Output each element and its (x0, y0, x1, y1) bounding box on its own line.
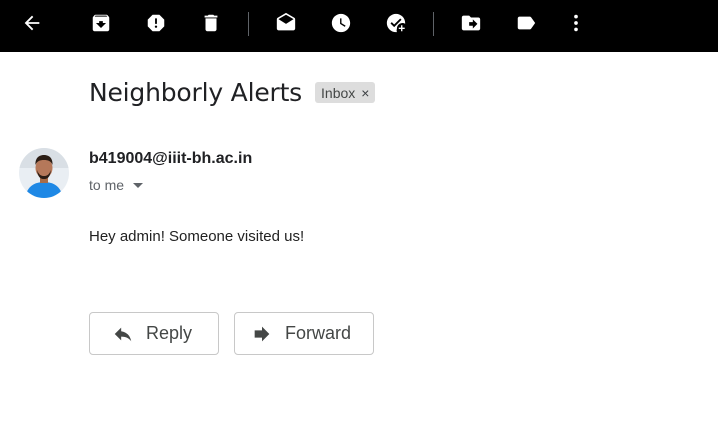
recipient-text: to me (89, 177, 125, 193)
more-options-icon[interactable] (563, 10, 589, 36)
reply-label: Reply (146, 323, 193, 343)
subject-row: Neighborly Alerts Inbox × (89, 78, 376, 107)
forward-icon (251, 323, 273, 345)
label-chip-text: Inbox (321, 84, 356, 101)
label-icon[interactable] (513, 10, 539, 36)
remove-label-icon[interactable]: × (361, 85, 369, 101)
report-spam-icon[interactable] (143, 10, 169, 36)
toolbar-divider (433, 12, 434, 36)
add-to-tasks-icon[interactable] (383, 10, 409, 36)
forward-button[interactable]: Forward (234, 312, 374, 355)
archive-icon[interactable] (88, 10, 114, 36)
show-details-dropdown-icon[interactable] (133, 182, 144, 188)
top-toolbar (0, 0, 718, 52)
delete-icon[interactable] (198, 10, 224, 36)
reply-button[interactable]: Reply (89, 312, 219, 355)
forward-label: Forward (285, 323, 352, 343)
inbox-label-chip[interactable]: Inbox × (315, 82, 376, 103)
avatar[interactable] (19, 148, 69, 198)
snooze-icon[interactable] (328, 10, 354, 36)
toolbar-divider (248, 12, 249, 36)
back-arrow-icon[interactable] (19, 10, 45, 36)
move-to-icon[interactable] (458, 10, 484, 36)
mark-unread-icon[interactable] (273, 10, 299, 36)
sender-address: b419004@iiit-bh.ac.in (89, 150, 253, 167)
reply-icon (112, 323, 134, 345)
recipient-line: to me (89, 177, 144, 193)
email-subject: Neighborly Alerts (89, 78, 303, 107)
email-body: Hey admin! Someone visited us! (89, 228, 305, 245)
